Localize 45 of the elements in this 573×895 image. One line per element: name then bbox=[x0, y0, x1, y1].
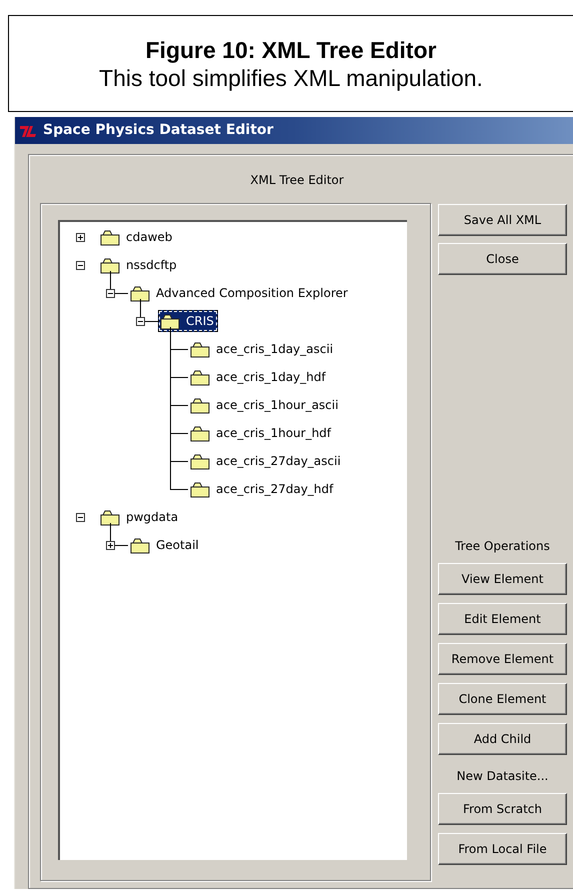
collapse-icon[interactable] bbox=[136, 316, 145, 326]
tree-item[interactable]: ace_cris_1hour_hdf bbox=[188, 422, 336, 444]
folder-icon bbox=[190, 396, 210, 414]
tree-item[interactable]: ace_cris_1day_hdf bbox=[188, 366, 330, 388]
collapse-icon[interactable] bbox=[76, 260, 85, 270]
caption-text: This tool simplifies XML manipulation. bbox=[99, 64, 483, 92]
window-title: Space Physics Dataset Editor bbox=[43, 121, 274, 140]
tree-item[interactable]: ace_cris_27day_hdf bbox=[188, 478, 338, 500]
action-button[interactable]: Remove Element bbox=[438, 643, 567, 675]
action-button[interactable]: From Scratch bbox=[438, 793, 567, 825]
tree-item[interactable]: pwgdata bbox=[98, 506, 182, 528]
folder-icon bbox=[190, 480, 210, 498]
tree-item[interactable]: cdaweb bbox=[98, 226, 176, 248]
action-button[interactable]: Clone Element bbox=[438, 683, 567, 715]
folder-icon bbox=[100, 256, 120, 274]
tree-item[interactable]: ace_cris_1day_ascii bbox=[188, 338, 338, 360]
folder-icon bbox=[130, 536, 150, 554]
action-button[interactable]: Save All XML bbox=[438, 204, 567, 236]
collapse-icon[interactable] bbox=[106, 288, 115, 298]
folder-icon bbox=[190, 424, 210, 442]
tree-item[interactable]: ace_cris_27day_ascii bbox=[188, 450, 345, 472]
caption-title: Figure 10: XML Tree Editor bbox=[146, 36, 436, 64]
action-button[interactable]: Add Child bbox=[438, 723, 567, 755]
collapse-icon[interactable] bbox=[76, 512, 85, 522]
tree-item[interactable]: Geotail bbox=[128, 534, 203, 556]
folder-icon bbox=[100, 228, 120, 246]
folder-icon bbox=[100, 508, 120, 526]
section-label: Tree Operations bbox=[454, 538, 551, 555]
action-button[interactable]: From Local File bbox=[438, 833, 567, 865]
expand-icon[interactable] bbox=[106, 540, 115, 550]
panel-title: XML Tree Editor bbox=[250, 172, 344, 189]
folder-icon bbox=[190, 340, 210, 358]
folder-icon bbox=[160, 312, 180, 330]
tree-item[interactable]: CRIS bbox=[158, 310, 218, 332]
action-button[interactable]: View Element bbox=[438, 563, 567, 595]
section-label: New Datasite... bbox=[456, 768, 550, 785]
folder-icon bbox=[190, 452, 210, 470]
action-button[interactable]: Close bbox=[438, 243, 567, 275]
folder-icon bbox=[130, 284, 150, 302]
folder-icon bbox=[190, 368, 210, 386]
tree-item[interactable]: nssdcftp bbox=[98, 254, 181, 276]
tree-item[interactable]: Advanced Composition Explorer bbox=[128, 282, 352, 304]
tree-item[interactable]: ace_cris_1hour_ascii bbox=[188, 394, 342, 416]
action-button[interactable]: Edit Element bbox=[438, 603, 567, 635]
expand-icon[interactable] bbox=[76, 232, 85, 242]
